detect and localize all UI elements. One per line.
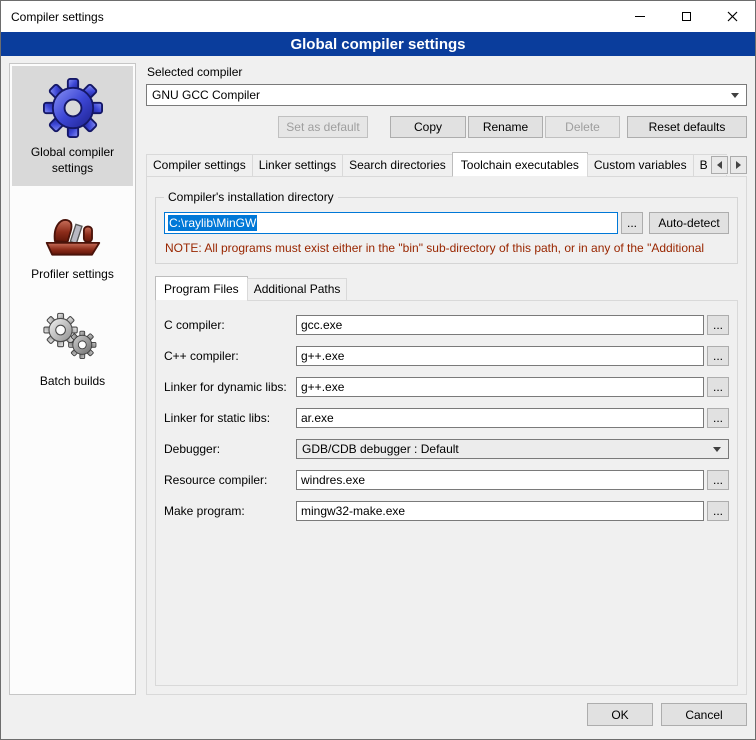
installation-directory-group: Compiler's installation directory C:\ray… — [155, 197, 738, 264]
minimize-button[interactable] — [617, 1, 663, 32]
compiler-gear-icon — [43, 78, 103, 138]
field-row-c-compiler: C compiler: ... — [164, 315, 729, 335]
tab-program-files[interactable]: Program Files — [155, 276, 248, 301]
chevron-down-icon — [713, 447, 721, 452]
dialog-body: Global compiler settings Profiler settin… — [1, 56, 755, 699]
c-compiler-browse-button[interactable]: ... — [707, 315, 729, 335]
minimize-icon — [635, 16, 645, 17]
sidebar-item-label: Global compiler settings — [15, 145, 130, 176]
selected-compiler-dropdown[interactable]: GNU GCC Compiler — [146, 84, 747, 106]
debugger-dropdown[interactable]: GDB/CDB debugger : Default — [296, 439, 729, 459]
toolchain-executables-panel: Compiler's installation directory C:\ray… — [146, 176, 747, 695]
installation-directory-browse-button[interactable]: ... — [621, 212, 643, 234]
make-program-browse-button[interactable]: ... — [707, 501, 729, 521]
debugger-label: Debugger: — [164, 442, 296, 456]
sidebar-item-label: Batch builds — [40, 374, 105, 390]
sidebar-item-profiler-settings[interactable]: Profiler settings — [12, 192, 133, 293]
linker-dynamic-browse-button[interactable]: ... — [707, 377, 729, 397]
tab-search-directories[interactable]: Search directories — [342, 154, 453, 177]
make-program-label: Make program: — [164, 504, 296, 518]
cpp-compiler-label: C++ compiler: — [164, 349, 296, 363]
cpp-compiler-input[interactable] — [296, 346, 704, 366]
profiler-tool-icon — [44, 204, 102, 260]
tab-toolchain-executables[interactable]: Toolchain executables — [452, 152, 588, 177]
sidebar-item-label: Profiler settings — [31, 267, 114, 283]
selected-compiler-value: GNU GCC Compiler — [152, 88, 260, 102]
ok-button[interactable]: OK — [587, 703, 653, 726]
linker-static-label: Linker for static libs: — [164, 411, 296, 425]
installation-directory-row: C:\raylib\MinGW ... Auto-detect — [164, 212, 729, 234]
dialog-footer: OK Cancel — [1, 699, 755, 739]
compiler-actions: Set as default Copy Rename Delete Reset … — [146, 116, 747, 138]
arrow-right-icon — [736, 161, 741, 169]
banner: Global compiler settings — [1, 32, 755, 56]
linker-static-input[interactable] — [296, 408, 704, 428]
arrow-left-icon — [717, 161, 722, 169]
tab-additional-paths[interactable]: Additional Paths — [247, 278, 348, 301]
settings-category-sidebar: Global compiler settings Profiler settin… — [9, 63, 136, 695]
selected-compiler-label: Selected compiler — [147, 65, 747, 79]
compiler-settings-dialog: Compiler settings Global compiler settin… — [0, 0, 756, 740]
installation-directory-input[interactable]: C:\raylib\MinGW — [164, 212, 618, 234]
resource-compiler-browse-button[interactable]: ... — [707, 470, 729, 490]
auto-detect-button[interactable]: Auto-detect — [649, 212, 729, 234]
sidebar-item-global-compiler-settings[interactable]: Global compiler settings — [12, 66, 133, 186]
tab-compiler-settings[interactable]: Compiler settings — [146, 154, 253, 177]
field-row-cpp-compiler: C++ compiler: ... — [164, 346, 729, 366]
close-button[interactable] — [709, 1, 755, 32]
main-tab-bar: Compiler settings Linker settings Search… — [146, 152, 747, 177]
make-program-input[interactable] — [296, 501, 704, 521]
sidebar-item-batch-builds[interactable]: Batch builds — [12, 299, 133, 400]
field-row-make-program: Make program: ... — [164, 501, 729, 521]
resource-compiler-input[interactable] — [296, 470, 704, 490]
debugger-selected-value: GDB/CDB debugger : Default — [302, 442, 459, 456]
field-row-resource-compiler: Resource compiler: ... — [164, 470, 729, 490]
banner-title: Global compiler settings — [290, 36, 465, 53]
tab-custom-variables[interactable]: Custom variables — [587, 154, 694, 177]
content-area: Selected compiler GNU GCC Compiler Set a… — [146, 63, 747, 695]
program-files-panel: C compiler: ... C++ compiler: ... Linker… — [155, 300, 738, 686]
tab-scroll-left-button[interactable] — [711, 156, 728, 174]
chevron-down-icon — [731, 93, 739, 98]
batch-builds-gears-icon — [42, 311, 104, 367]
program-tab-bar: Program Files Additional Paths — [155, 276, 738, 301]
field-row-debugger: Debugger: GDB/CDB debugger : Default — [164, 439, 729, 459]
close-icon — [727, 11, 738, 22]
bin-subdirectory-note: NOTE: All programs must exist either in … — [165, 241, 728, 255]
reset-defaults-button[interactable]: Reset defaults — [627, 116, 747, 138]
resource-compiler-label: Resource compiler: — [164, 473, 296, 487]
rename-button[interactable]: Rename — [468, 116, 543, 138]
tab-linker-settings[interactable]: Linker settings — [252, 154, 343, 177]
copy-button[interactable]: Copy — [390, 116, 466, 138]
c-compiler-input[interactable] — [296, 315, 704, 335]
linker-dynamic-input[interactable] — [296, 377, 704, 397]
maximize-button[interactable] — [663, 1, 709, 32]
set-as-default-button: Set as default — [278, 116, 368, 138]
tab-scroll-right-button[interactable] — [730, 156, 747, 174]
installation-directory-group-title: Compiler's installation directory — [164, 190, 338, 204]
maximize-icon — [682, 12, 691, 21]
installation-directory-selected-text: C:\raylib\MinGW — [168, 215, 257, 231]
linker-dynamic-label: Linker for dynamic libs: — [164, 380, 296, 394]
window-title: Compiler settings — [1, 10, 104, 24]
field-row-linker-static: Linker for static libs: ... — [164, 408, 729, 428]
field-row-linker-dynamic: Linker for dynamic libs: ... — [164, 377, 729, 397]
linker-static-browse-button[interactable]: ... — [707, 408, 729, 428]
window-controls — [617, 1, 755, 32]
titlebar: Compiler settings — [1, 1, 755, 32]
c-compiler-label: C compiler: — [164, 318, 296, 332]
delete-button: Delete — [545, 116, 620, 138]
cpp-compiler-browse-button[interactable]: ... — [707, 346, 729, 366]
tab-scroll-controls — [708, 155, 747, 175]
cancel-button[interactable]: Cancel — [661, 703, 747, 726]
